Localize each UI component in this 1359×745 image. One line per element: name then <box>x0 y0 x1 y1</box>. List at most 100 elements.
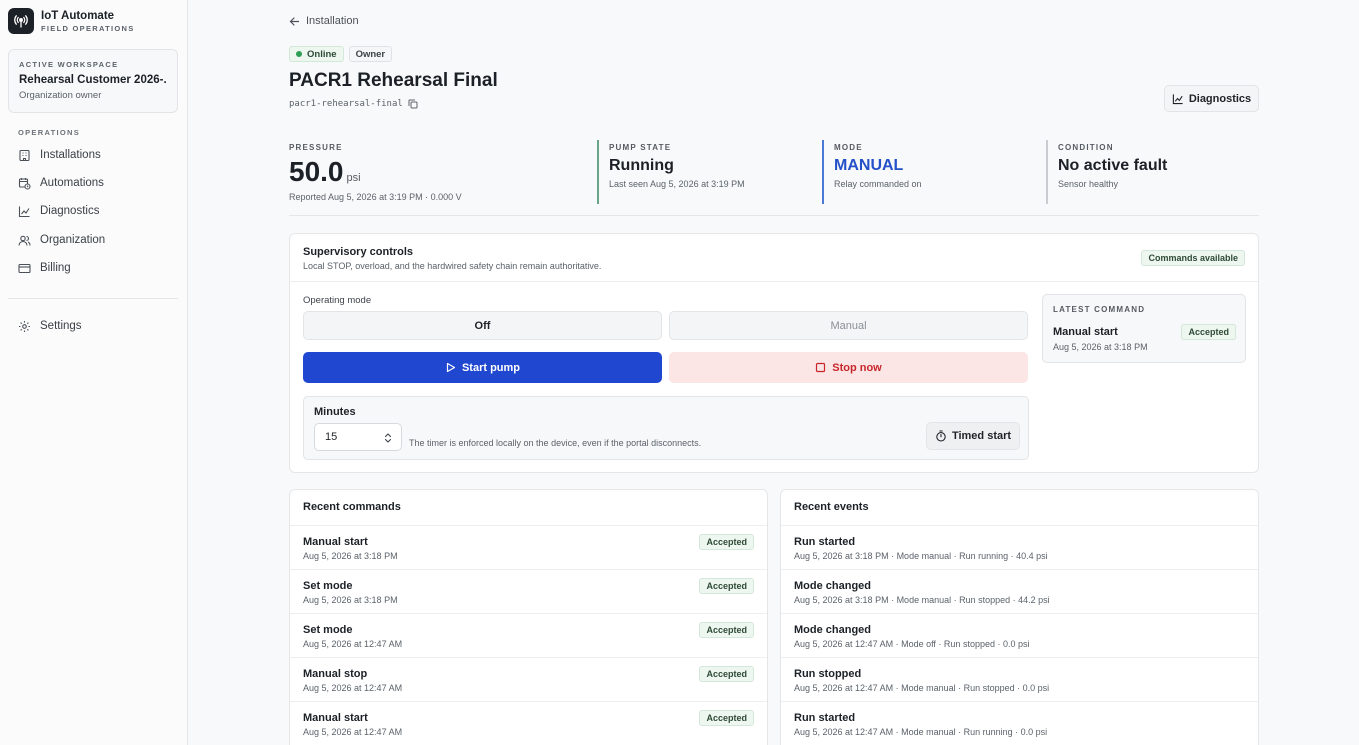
mode-note: Relay commanded on <box>834 179 922 189</box>
table-row[interactable]: Manual start Aug 5, 2026 at 3:18 PM Acce… <box>290 526 767 570</box>
recent-commands-title: Recent commands <box>290 490 767 526</box>
sidebar-item-label: Billing <box>40 262 71 274</box>
status-badge-label: Online <box>307 48 337 60</box>
nav-section-label: OPERATIONS <box>18 128 81 137</box>
back-link-label: Installation <box>306 15 359 27</box>
sidebar-item-label: Automations <box>40 177 104 189</box>
stat-label: CONDITION <box>1058 143 1114 152</box>
list-item[interactable]: Mode changed Aug 5, 2026 at 12:47 AM · M… <box>781 614 1258 658</box>
pump-state-value: Running <box>609 157 674 174</box>
brand[interactable]: IoT Automate FIELD OPERATIONS <box>8 8 135 34</box>
command-name: Set mode <box>303 580 353 592</box>
supervisory-header: Supervisory controls Local STOP, overloa… <box>290 234 1258 282</box>
sidebar-item-label: Settings <box>40 320 82 332</box>
stop-now-button[interactable]: Stop now <box>669 352 1028 383</box>
pressure-note: Reported Aug 5, 2026 at 3:19 PM · 0.000 … <box>289 192 462 202</box>
sidebar-item-automations[interactable]: Automations <box>18 173 104 193</box>
mode-manual-button[interactable]: Manual <box>669 311 1028 340</box>
condition-note: Sensor healthy <box>1058 179 1119 189</box>
mode-value: MANUAL <box>834 157 904 174</box>
sidebar: IoT Automate FIELD OPERATIONS ACTIVE WOR… <box>0 0 188 745</box>
list-item[interactable]: Run stopped Aug 5, 2026 at 12:47 AM · Mo… <box>781 658 1258 702</box>
table-row[interactable]: Manual start Aug 5, 2026 at 12:47 AM Acc… <box>290 702 767 745</box>
command-time: Aug 5, 2026 at 3:18 PM <box>303 595 398 605</box>
stats-strip: PRESSURE 50.0 psi Reported Aug 5, 2026 at… <box>289 140 1259 216</box>
event-name: Run stopped <box>794 668 862 680</box>
gear-icon <box>19 320 30 332</box>
page-title: PACR1 Rehearsal Final <box>289 70 498 91</box>
stat-pump-state: PUMP STATE Running Last seen Aug 5, 2026… <box>597 140 812 204</box>
stat-pressure: PRESSURE 50.0 psi Reported Aug 5, 2026 at… <box>289 140 589 204</box>
event-detail: Aug 5, 2026 at 3:18 PM · Mode manual · R… <box>794 595 1050 605</box>
command-name: Manual start <box>303 712 368 724</box>
command-time: Aug 5, 2026 at 12:47 AM <box>303 683 403 693</box>
event-detail: Aug 5, 2026 at 3:18 PM · Mode manual · R… <box>794 551 1048 561</box>
stat-condition: CONDITION No active fault Sensor healthy <box>1046 140 1259 204</box>
event-name: Mode changed <box>794 580 872 592</box>
latest-command-status: Accepted <box>1181 324 1236 340</box>
list-item[interactable]: Mode changed Aug 5, 2026 at 3:18 PM · Mo… <box>781 570 1258 614</box>
chart-line-icon <box>18 206 30 217</box>
chart-line-icon <box>1172 93 1183 104</box>
table-row[interactable]: Set mode Aug 5, 2026 at 12:47 AM Accepte… <box>290 614 767 658</box>
command-time: Aug 5, 2026 at 3:18 PM <box>303 551 398 561</box>
arrow-left-icon <box>289 16 300 26</box>
workspace-role: Organization owner <box>19 90 102 101</box>
minutes-stepper[interactable]: 15 <box>314 423 402 451</box>
status-badge: Accepted <box>699 578 754 594</box>
workspace-name: Rehearsal Customer 2026-... <box>19 74 167 86</box>
list-item[interactable]: Run started Aug 5, 2026 at 3:18 PM · Mod… <box>781 526 1258 570</box>
role-badge: Owner <box>348 46 393 62</box>
status-badge: Accepted <box>699 622 754 638</box>
minutes-label: Minutes <box>314 406 356 418</box>
sidebar-item-billing[interactable]: Billing <box>18 258 71 278</box>
back-link[interactable]: Installation <box>289 15 359 27</box>
event-detail: Aug 5, 2026 at 12:47 AM · Mode manual · … <box>794 727 1048 737</box>
latest-command-time: Aug 5, 2026 at 3:18 PM <box>1053 342 1148 352</box>
recent-commands-card: Recent commands Manual start Aug 5, 2026… <box>289 489 768 745</box>
event-name: Run started <box>794 712 856 724</box>
brand-title: IoT Automate <box>41 9 115 22</box>
sidebar-item-organization[interactable]: Organization <box>18 230 105 250</box>
event-detail: Aug 5, 2026 at 12:47 AM · Mode manual · … <box>794 683 1050 693</box>
timed-start-label: Timed start <box>951 430 1012 442</box>
sidebar-item-label: Organization <box>40 234 106 246</box>
sidebar-item-settings[interactable]: Settings <box>18 316 82 336</box>
sidebar-item-label: Diagnostics <box>40 205 100 217</box>
event-name: Mode changed <box>794 624 872 636</box>
sidebar-item-diagnostics[interactable]: Diagnostics <box>18 201 99 221</box>
list-item[interactable]: Run started Aug 5, 2026 at 12:47 AM · Mo… <box>781 702 1258 745</box>
diagnostics-button[interactable]: Diagnostics <box>1164 85 1259 112</box>
header-badges: Online Owner <box>289 46 393 62</box>
pressure-value: 50.0 psi <box>289 156 589 188</box>
condition-value: No active fault <box>1058 157 1168 174</box>
supervisory-controls-card: Supervisory controls Local STOP, overloa… <box>289 233 1259 473</box>
stepper-arrows-icon[interactable] <box>384 432 392 444</box>
latest-command-label: LATEST COMMAND <box>1053 305 1146 314</box>
slug-text: pacr1-rehearsal-final <box>289 99 403 109</box>
online-dot-icon <box>296 51 302 57</box>
status-badge: Accepted <box>699 710 754 726</box>
sidebar-item-installations[interactable]: Installations <box>18 145 101 165</box>
nav-divider <box>8 298 178 299</box>
mode-off-button[interactable]: Off <box>303 311 662 340</box>
command-name: Manual stop <box>303 668 368 680</box>
building-icon <box>19 149 30 161</box>
start-pump-button[interactable]: Start pump <box>303 352 662 383</box>
installation-slug: pacr1-rehearsal-final <box>289 99 418 109</box>
timed-start-button[interactable]: Timed start <box>926 422 1020 450</box>
timer-note: The timer is enforced locally on the dev… <box>409 438 702 448</box>
workspace-switcher[interactable]: ACTIVE WORKSPACE Rehearsal Customer 2026… <box>8 49 178 113</box>
table-row[interactable]: Set mode Aug 5, 2026 at 3:18 PM Accepted <box>290 570 767 614</box>
table-row[interactable]: Manual stop Aug 5, 2026 at 12:47 AM Acce… <box>290 658 767 702</box>
antenna-icon <box>8 8 34 34</box>
users-icon <box>18 235 31 246</box>
operating-mode-label: Operating mode <box>303 295 372 306</box>
start-pump-label: Start pump <box>461 361 521 374</box>
main-content: Installation Online Owner PACR1 Rehearsa… <box>189 0 1359 745</box>
sidebar-item-label: Installations <box>40 149 101 161</box>
stat-label: PRESSURE <box>289 143 343 152</box>
command-time: Aug 5, 2026 at 12:47 AM <box>303 727 403 737</box>
copy-icon[interactable] <box>408 99 418 109</box>
timer-icon <box>936 430 946 442</box>
